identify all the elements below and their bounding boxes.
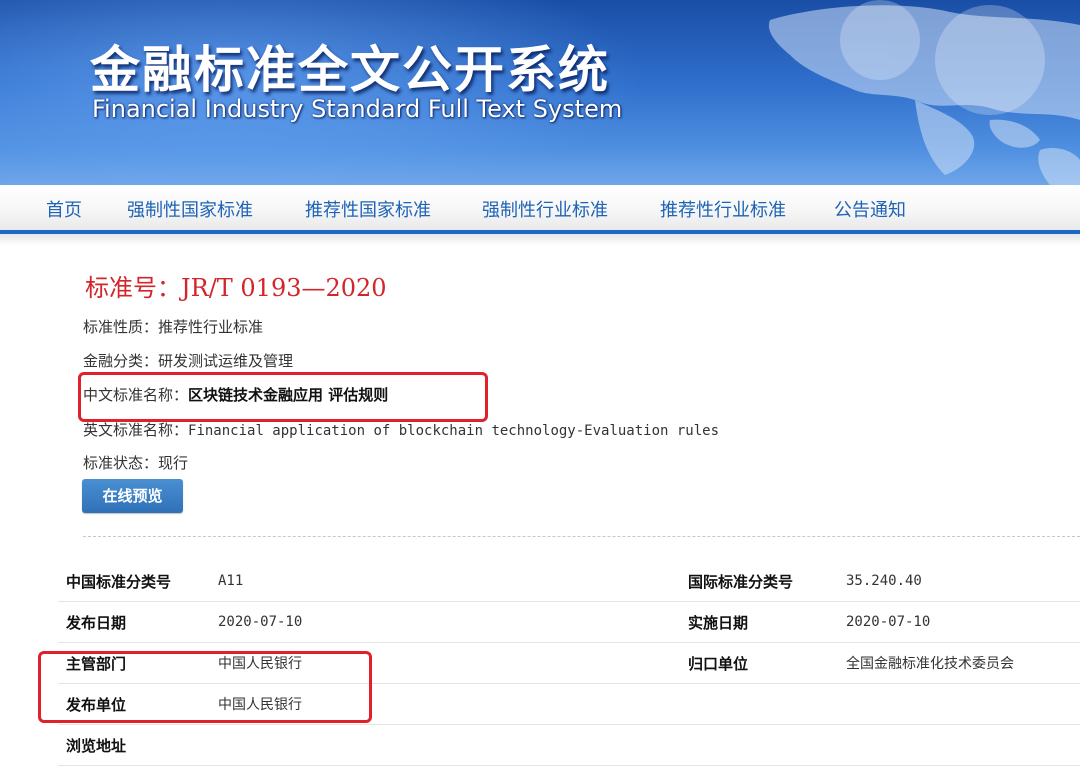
nav-shadow [0,234,1080,246]
nav-recommended-national[interactable]: 推荐性国家标准 [305,196,431,222]
info-value: A11 [210,561,680,602]
nav-mandatory-industry[interactable]: 强制性行业标准 [482,196,608,222]
info-value: 2020-07-10 [210,601,680,643]
meta-status: 标准状态：现行 [83,452,188,473]
info-key: 主管部门 [58,642,210,684]
meta-cn-name: 中文标准名称：区块链技术金融应用 评估规则 [83,384,388,405]
table-row: 浏览地址 [58,724,1080,766]
site-title-cn: 金融标准全文公开系统 [90,41,610,99]
info-key: 浏览地址 [58,724,210,766]
info-key: 发布日期 [58,601,210,643]
standard-info-table: 中国标准分类号 A11 国际标准分类号 35.240.40 发布日期 2020-… [58,561,1080,766]
info-key: 实施日期 [680,601,838,643]
standard-number-value: JR/T 0193—2020 [181,274,387,302]
site-banner: 金融标准全文公开系统 Financial Industry Standard F… [0,0,1080,185]
table-row: 发布单位 中国人民银行 [58,683,1080,725]
info-key: 中国标准分类号 [58,561,210,602]
nav-home[interactable]: 首页 [46,196,82,222]
table-row: 发布日期 2020-07-10 实施日期 2020-07-10 [58,601,1080,643]
meta-en-name-label: 英文标准名称： [83,421,189,439]
info-value [838,683,1080,725]
meta-nature-label: 标准性质： [83,318,159,336]
site-title-en: Financial Industry Standard Full Text Sy… [92,95,623,123]
info-value: 全国金融标准化技术委员会 [838,642,1080,684]
meta-cn-name-label: 中文标准名称： [83,386,189,404]
meta-category-value: 研发测试运维及管理 [158,352,294,370]
meta-cn-name-value: 区块链技术金融应用 评估规则 [188,386,389,404]
info-key [680,683,838,725]
meta-en-name: 英文标准名称：Financial application of blockcha… [83,419,719,440]
standard-number-label: 标准号： [85,274,181,302]
nav-recommended-industry[interactable]: 推荐性行业标准 [660,196,786,222]
meta-category: 金融分类：研发测试运维及管理 [83,350,293,371]
meta-nature: 标准性质：推荐性行业标准 [83,316,263,337]
info-key: 发布单位 [58,683,210,725]
main-nav: 首页 强制性国家标准 推荐性国家标准 强制性行业标准 推荐性行业标准 公告通知 [0,185,1080,230]
info-value[interactable] [210,724,680,766]
info-value [838,724,1080,766]
meta-category-label: 金融分类： [83,352,159,370]
info-key: 国际标准分类号 [680,561,838,602]
nav-mandatory-national[interactable]: 强制性国家标准 [127,196,253,222]
online-preview-button[interactable]: 在线预览 [82,479,183,513]
info-value: 2020-07-10 [838,601,1080,643]
info-value: 中国人民银行 [210,683,680,725]
meta-nature-value: 推荐性行业标准 [158,318,264,336]
section-divider [83,536,1080,537]
info-value: 35.240.40 [838,561,1080,602]
info-key: 归口单位 [680,642,838,684]
table-row: 主管部门 中国人民银行 归口单位 全国金融标准化技术委员会 [58,642,1080,684]
info-key [680,724,838,766]
meta-en-name-value: Financial application of blockchain tech… [188,423,720,439]
table-row: 中国标准分类号 A11 国际标准分类号 35.240.40 [58,561,1080,602]
info-value: 中国人民银行 [210,642,680,684]
standard-number: 标准号：JR/T 0193—2020 [85,268,387,303]
nav-announcements[interactable]: 公告通知 [834,196,906,222]
meta-status-value: 现行 [158,454,189,472]
meta-status-label: 标准状态： [83,454,159,472]
